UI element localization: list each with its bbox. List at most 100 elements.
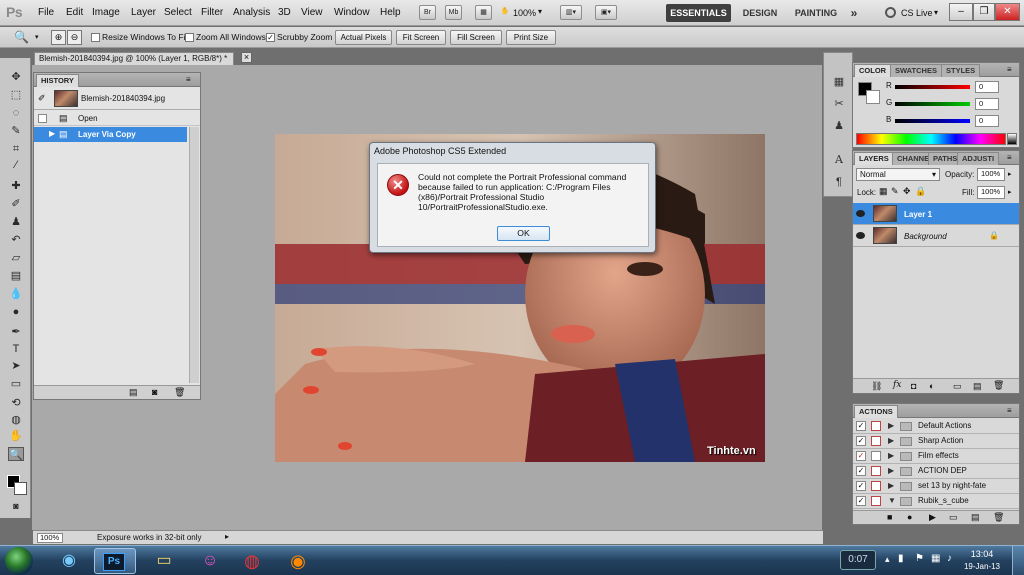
action-set-row[interactable]: ✓ ▼ Rubik_s_cube <box>853 494 1019 509</box>
delete-action-icon[interactable]: 🗑 <box>993 512 1004 523</box>
move-tool-icon[interactable]: ✥ <box>8 70 24 84</box>
safely-remove-icon[interactable]: ▮ <box>898 553 904 564</box>
quick-selection-tool-icon[interactable]: ✎ <box>8 124 24 138</box>
print-size-button[interactable]: Print Size <box>506 30 556 45</box>
menu-image[interactable]: Image <box>92 7 120 18</box>
action-dialog-toggle[interactable] <box>871 496 881 506</box>
menu-filter[interactable]: Filter <box>201 7 223 18</box>
history-item-layer-via-copy[interactable]: ▶ ▤ Layer Via Copy <box>34 127 187 142</box>
action-set-row[interactable]: ✓ ▶ Film effects <box>853 449 1019 464</box>
menu-layer[interactable]: Layer <box>131 7 156 18</box>
action-set-row[interactable]: ✓ ▶ ACTION DEP <box>853 464 1019 479</box>
layer-row-background[interactable]: Background 🔒 <box>853 225 1019 247</box>
action-dialog-toggle[interactable] <box>871 466 881 476</box>
channel-g-slider[interactable] <box>895 102 970 106</box>
action-dialog-toggle[interactable] <box>871 451 881 461</box>
shape-tool-icon[interactable]: ▭ <box>8 377 24 391</box>
opacity-slider-arrow-icon[interactable]: ▸ <box>1008 170 1012 178</box>
3d-orbit-tool-icon[interactable]: ◍ <box>8 413 24 427</box>
visibility-eye-icon[interactable] <box>856 232 865 239</box>
zoom-tool-icon[interactable]: 🔍 <box>14 30 29 44</box>
fill-screen-button[interactable]: Fill Screen <box>450 30 502 45</box>
action-enable-checkbox[interactable]: ✓ <box>856 436 866 446</box>
channel-r-slider[interactable] <box>895 85 970 89</box>
zoom-tool-icon-2[interactable]: 🔍 <box>8 447 24 461</box>
actual-pixels-button[interactable]: Actual Pixels <box>335 30 392 45</box>
tab-adjustments[interactable]: ADJUSTI <box>957 152 1000 165</box>
expand-arrow-icon[interactable]: ▶ <box>888 466 894 475</box>
resize-windows-checkbox[interactable] <box>91 33 100 42</box>
action-dialog-toggle[interactable] <box>871 481 881 491</box>
hand-tool-icon-2[interactable]: ✋ <box>8 429 24 443</box>
hand-tool-icon[interactable]: ✋ <box>500 5 510 20</box>
clone-stamp-tool-icon[interactable]: ♟ <box>8 215 24 229</box>
delete-icon[interactable]: 🗑 <box>174 387 185 398</box>
path-selection-tool-icon[interactable]: ➤ <box>8 359 24 373</box>
clone-source-icon[interactable]: ♟ <box>832 119 846 133</box>
status-menu-arrow-icon[interactable]: ▸ <box>225 532 229 541</box>
action-dialog-toggle[interactable] <box>871 421 881 431</box>
new-document-from-state-icon[interactable]: ▤ <box>129 387 138 398</box>
expand-arrow-icon[interactable]: ▶ <box>888 436 894 445</box>
action-enable-checkbox[interactable]: ✓ <box>856 466 866 476</box>
color-spectrum-ramp[interactable] <box>856 133 1006 145</box>
zoom-out-icon[interactable]: ⊖ <box>67 30 82 45</box>
expand-arrow-icon[interactable]: ▶ <box>888 481 894 490</box>
tool-preset-dropdown-icon[interactable]: ▾ <box>35 33 39 41</box>
minimize-button[interactable]: – <box>949 3 973 21</box>
histogram-icon[interactable]: ▦ <box>832 75 846 89</box>
cs-live-dropdown-icon[interactable]: ▾ <box>934 8 938 17</box>
meter-gadget[interactable]: 0:07 <box>840 550 876 570</box>
lock-pixels-icon[interactable]: ✎ <box>891 186 899 197</box>
menu-select[interactable]: Select <box>164 7 192 18</box>
action-center-flag-icon[interactable]: ⚑ <box>915 553 924 564</box>
lock-position-icon[interactable]: ✥ <box>903 186 911 197</box>
menu-view[interactable]: View <box>301 7 323 18</box>
expand-arrow-icon[interactable]: ▼ <box>888 496 896 505</box>
mini-bridge-button[interactable]: Mb <box>445 5 462 20</box>
history-item-open[interactable]: ▤ Open <box>34 111 200 126</box>
brush-tool-icon[interactable]: ✐ <box>8 197 24 211</box>
record-icon[interactable]: ● <box>907 512 912 522</box>
action-set-row[interactable]: ✓ ▶ Sharp Action <box>853 434 1019 449</box>
network-icon[interactable]: ▦ <box>931 553 940 564</box>
history-brush-source-icon[interactable]: ✐ <box>38 93 46 104</box>
more-workspaces-button[interactable]: » <box>846 4 862 22</box>
fit-screen-button[interactable]: Fit Screen <box>396 30 446 45</box>
fill-field[interactable]: 100% <box>977 186 1005 199</box>
gradient-tool-icon[interactable]: ▤ <box>8 269 24 283</box>
history-scrollbar[interactable] <box>189 127 199 383</box>
adjustment-layer-icon[interactable]: ◐ <box>929 381 934 391</box>
bridge-button[interactable]: Br <box>419 5 436 20</box>
screen-mode-button[interactable]: ▣▾ <box>595 5 617 20</box>
lasso-tool-icon[interactable]: ◌ <box>8 106 24 120</box>
stop-icon[interactable]: ■ <box>887 512 892 522</box>
layer-mask-icon[interactable]: ◘ <box>911 381 916 391</box>
layer-style-icon[interactable]: fx <box>893 380 901 390</box>
history-tab[interactable]: HISTORY <box>36 74 79 87</box>
tab-actions[interactable]: ACTIONS <box>854 405 898 418</box>
pen-tool-icon[interactable]: ✒ <box>8 325 24 339</box>
play-icon[interactable]: ▶ <box>929 512 936 523</box>
marquee-tool-icon[interactable]: ⬚ <box>8 88 24 102</box>
expand-arrow-icon[interactable]: ▶ <box>888 421 894 430</box>
crop-tool-icon[interactable]: ⌗ <box>8 142 24 156</box>
ok-button[interactable]: OK <box>497 226 550 241</box>
visibility-eye-icon[interactable] <box>856 210 865 217</box>
panel-menu-icon[interactable]: ≡ <box>1007 65 1012 74</box>
tab-styles[interactable]: STYLES <box>941 64 981 77</box>
document-tab[interactable]: Blemish-201840394.jpg @ 100% (Layer 1, R… <box>34 52 234 65</box>
type-tool-icon[interactable]: T <box>8 342 24 356</box>
firefox-icon[interactable]: ◉ <box>280 548 316 574</box>
new-group-icon[interactable]: ▭ <box>953 381 962 392</box>
menu-file[interactable]: File <box>38 7 54 18</box>
background-color-swatch[interactable] <box>14 482 27 495</box>
layer-row-layer-1[interactable]: Layer 1 <box>853 203 1019 225</box>
character-panel-icon[interactable]: A <box>832 153 846 167</box>
panel-menu-icon[interactable]: ≡ <box>1007 153 1012 162</box>
spot-healing-tool-icon[interactable]: ✚ <box>8 179 24 193</box>
grayscale-ramp[interactable] <box>1007 133 1017 145</box>
layer-name[interactable]: Layer 1 <box>904 210 932 219</box>
history-brush-tool-icon[interactable]: ↶ <box>8 233 24 247</box>
history-snapshot-row[interactable]: ✐ Blemish-201840394.jpg <box>34 88 200 110</box>
